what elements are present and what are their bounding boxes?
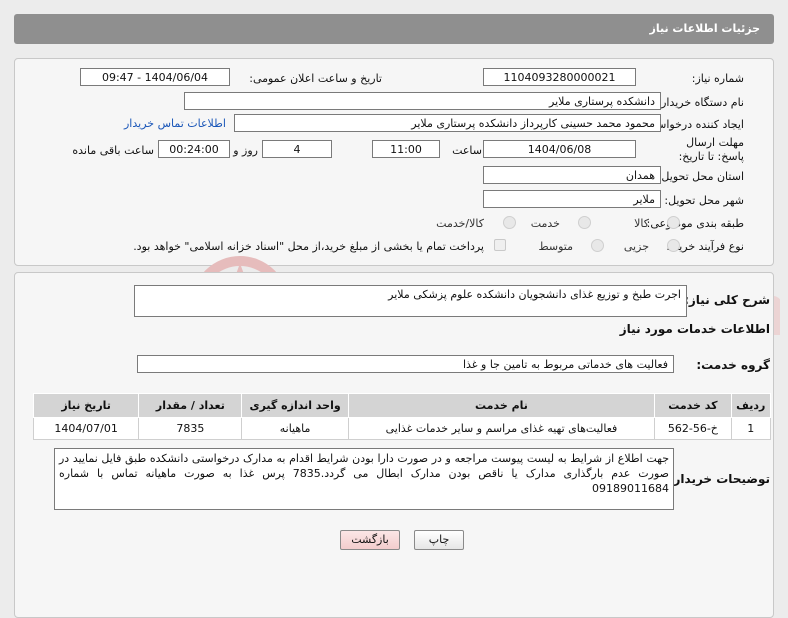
- time-remaining-label: ساعت باقی مانده: [72, 144, 154, 157]
- category-label: طبقه بندی موضوعی:: [646, 217, 744, 230]
- summary-label: شرح کلی نیاز:: [684, 293, 770, 307]
- cell-quantity: 7835: [138, 417, 243, 440]
- service-group-field: فعالیت های خدماتی مربوط به تامین جا و غذ…: [137, 355, 674, 373]
- time-remaining-field: 00:24:00: [158, 140, 230, 158]
- need-number-label: شماره نیاز:: [691, 72, 744, 85]
- summary-field: اجرت طبخ و توزیع غذای دانشجویان دانشکده …: [134, 285, 687, 317]
- services-table-header: ردیف کد خدمت نام خدمت واحد اندازه گیری ت…: [32, 393, 772, 418]
- announce-datetime-field: 1404/06/04 - 09:47: [80, 68, 230, 86]
- process-medium-label: متوسط: [538, 240, 573, 253]
- col-row-number: ردیف: [730, 393, 772, 418]
- col-unit: واحد اندازه گیری: [241, 393, 349, 418]
- back-button[interactable]: بازگشت: [340, 530, 400, 550]
- treasury-payment-checkbox[interactable]: [494, 239, 506, 251]
- province-label: استان محل تحویل:: [657, 170, 744, 183]
- buyer-contact-link[interactable]: اطلاعات تماس خریدار: [124, 117, 226, 130]
- process-minor-radio[interactable]: [667, 239, 680, 252]
- page-header: جزئیات اطلاعات نیاز: [14, 14, 774, 44]
- service-group-label: گروه خدمت:: [696, 358, 770, 372]
- print-button[interactable]: چاپ: [414, 530, 464, 550]
- col-quantity: تعداد / مقدار: [138, 393, 243, 418]
- table-row: 1 خ-56-562 فعالیت‌های تهیه غذای مراسم و …: [32, 417, 772, 440]
- deadline-time-label: ساعت: [452, 144, 482, 157]
- city-field: ملایر: [483, 190, 661, 208]
- treasury-payment-note: پرداخت تمام یا بخشی از مبلغ خرید،از محل …: [133, 240, 484, 253]
- deadline-time-field: 11:00: [372, 140, 440, 158]
- category-goods-radio[interactable]: [667, 216, 680, 229]
- need-number-field: 1104093280000021: [483, 68, 636, 86]
- process-minor-label: جزیی: [623, 240, 649, 253]
- category-goods-service-label: کالا/خدمت: [436, 217, 484, 230]
- buyer-notes-label: توضیحات خریدار:: [668, 472, 770, 486]
- deadline-label: مهلت ارسال پاسخ: تا تاریخ:: [678, 136, 744, 163]
- services-section-title: اطلاعات خدمات مورد نیاز: [619, 322, 770, 336]
- category-service-label: خدمت: [530, 217, 560, 230]
- buyer-notes-field: جهت اطلاع از شرایط به لیست پیوست مراجعه …: [54, 448, 674, 510]
- category-goods-service-radio[interactable]: [503, 216, 516, 229]
- cell-service-code: خ-56-562: [654, 417, 732, 440]
- need-info-panel: [14, 58, 774, 266]
- cell-service-name: فعالیت‌های تهیه غذای مراسم و سایر خدمات …: [347, 417, 656, 440]
- announce-datetime-label: تاریخ و ساعت اعلان عمومی:: [249, 72, 382, 85]
- cell-unit: ماهیانه: [241, 417, 349, 440]
- col-service-name: نام خدمت: [347, 393, 656, 418]
- days-remaining-field: 4: [262, 140, 332, 158]
- col-need-date: تاریخ نیاز: [32, 393, 140, 418]
- col-service-code: کد خدمت: [654, 393, 732, 418]
- creator-field: محمود محمد حسینی کارپرداز دانشکده پرستار…: [234, 114, 661, 132]
- days-label: روز و: [233, 144, 258, 157]
- page-title: جزئیات اطلاعات نیاز: [649, 22, 761, 35]
- province-field: همدان: [483, 166, 661, 184]
- category-service-radio[interactable]: [578, 216, 591, 229]
- cell-need-date: 1404/07/01: [32, 417, 140, 440]
- city-label: شهر محل تحویل:: [664, 194, 744, 207]
- buyer-org-field: دانشکده پرستاری ملایر: [184, 92, 661, 110]
- services-table: ردیف کد خدمت نام خدمت واحد اندازه گیری ت…: [32, 393, 772, 440]
- category-goods-label: کالا: [634, 217, 649, 230]
- deadline-date-field: 1404/06/08: [483, 140, 636, 158]
- process-medium-radio[interactable]: [591, 239, 604, 252]
- buyer-org-label: نام دستگاه خریدار:: [657, 96, 744, 109]
- cell-row-number: 1: [730, 417, 772, 440]
